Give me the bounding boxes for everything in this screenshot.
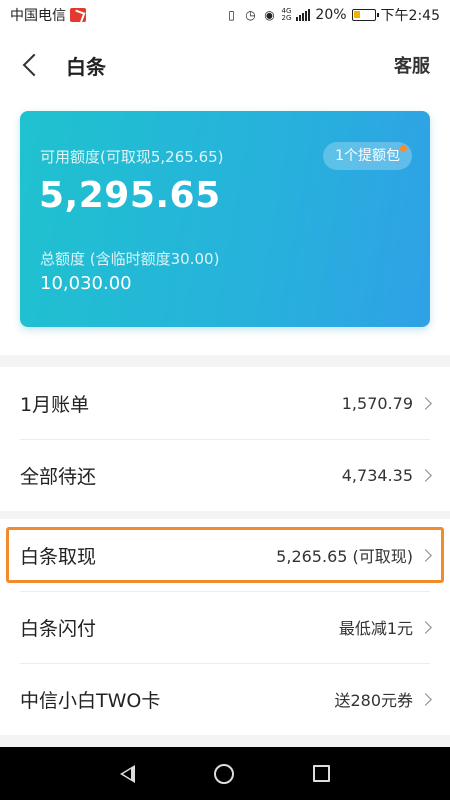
list-item-label: 全部待还 xyxy=(20,465,97,488)
total-credit-amount: 10,030.00 xyxy=(40,273,132,294)
vibrate-icon: ▯ xyxy=(228,8,235,22)
status-right: ▯ ◷ ◉ 4G 2G 20% 下午2:45 xyxy=(225,5,440,25)
battery-percent: 20% xyxy=(315,7,347,23)
list-item-value: 送280元券 xyxy=(334,691,413,710)
page-title: 白条 xyxy=(66,54,106,79)
chevron-right-icon xyxy=(419,468,432,482)
battery-icon xyxy=(351,9,379,21)
credit-card[interactable]: 可用额度(可取现5,265.65) 5,295.65 1个提额包 总额度 (含临… xyxy=(20,111,430,327)
customer-service-button[interactable]: 客服 xyxy=(394,52,430,78)
list-item-quick-pay[interactable]: 白条闪付 最低减1元 xyxy=(0,591,450,663)
nav-home-icon[interactable] xyxy=(213,763,234,784)
list-item-total-due[interactable]: 全部待还 4,734.35 xyxy=(0,439,450,511)
alarm-icon: ◷ xyxy=(245,8,256,22)
list-item-cash-withdrawal[interactable]: 白条取现 5,265.65 (可取现) xyxy=(0,519,450,591)
list-item-label: 白条闪付 xyxy=(20,617,97,640)
available-credit-label: 可用额度(可取现5,265.65) xyxy=(40,148,224,166)
list-item-value: 5,265.65 (可取现) xyxy=(276,547,413,566)
total-credit-label: 总额度 (含临时额度30.00) xyxy=(40,250,220,268)
status-left: 中国电信 xyxy=(10,5,86,25)
clock: 下午2:45 xyxy=(380,8,440,24)
available-credit-amount: 5,295.65 xyxy=(39,175,221,216)
back-icon[interactable] xyxy=(22,53,46,77)
carrier-app-icon xyxy=(70,8,86,22)
status-bar: 中国电信 ▯ ◷ ◉ 4G 2G 20% 下午2:45 xyxy=(0,0,450,30)
list-item-label: 1月账单 xyxy=(20,393,90,416)
eye-icon: ◉ xyxy=(264,8,275,22)
network-bottom-label: 2G xyxy=(281,14,292,22)
signal-icon xyxy=(296,9,311,21)
chevron-right-icon xyxy=(419,620,432,634)
list-item-value: 最低减1元 xyxy=(338,619,413,638)
service-list: 白条取现 5,265.65 (可取现) 白条闪付 最低减1元 中信小白TWO卡 … xyxy=(0,519,450,735)
chevron-right-icon xyxy=(419,548,432,562)
app-header: 白条 客服 xyxy=(0,30,450,100)
list-item-january-bill[interactable]: 1月账单 1,570.79 xyxy=(0,367,450,439)
card-section: 可用额度(可取现5,265.65) 5,295.65 1个提额包 总额度 (含临… xyxy=(0,100,450,355)
credit-pack-badge[interactable]: 1个提额包 xyxy=(323,142,412,170)
chevron-right-icon xyxy=(419,692,432,706)
list-item-label: 中信小白TWO卡 xyxy=(20,689,161,712)
nav-back-icon[interactable] xyxy=(119,764,135,783)
nav-recent-icon[interactable] xyxy=(313,765,331,782)
carrier-name: 中国电信 xyxy=(10,8,66,24)
network-type-icon: 4G 2G xyxy=(282,8,292,22)
list-item-label: 白条取现 xyxy=(20,545,97,568)
notification-dot xyxy=(400,145,407,152)
bill-list: 1月账单 1,570.79 全部待还 4,734.35 xyxy=(0,367,450,511)
chevron-right-icon xyxy=(419,396,432,410)
system-nav-bar xyxy=(0,747,450,800)
list-item-value: 4,734.35 xyxy=(341,465,413,485)
list-item-value: 1,570.79 xyxy=(341,393,413,413)
list-item-citic-card[interactable]: 中信小白TWO卡 送280元券 xyxy=(0,663,450,735)
credit-pack-label: 1个提额包 xyxy=(335,148,400,164)
